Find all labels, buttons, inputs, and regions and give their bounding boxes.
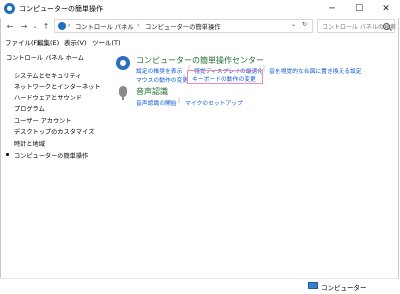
link-setup-microphone[interactable]: マイクのセットアップ [185,98,243,107]
link-replace-sounds-with-visual[interactable]: 音を視覚的な合図に置き換える設定 [269,66,362,75]
up-arrow-icon[interactable]: ↑ [40,21,52,33]
sidebar-home-link[interactable]: コントロール パネル ホーム [6,53,84,62]
ease-of-access-center-icon [116,56,130,70]
search-icon [383,23,390,30]
back-arrow-icon[interactable]: ← [4,21,16,33]
section-title-ease-of-access-center[interactable]: コンピューターの簡単操作センター [136,55,264,66]
sidebar-item-user-accounts[interactable]: ユーザー アカウント [14,116,72,125]
refresh-icon[interactable]: ↻ [302,21,307,28]
sidebar-item-network[interactable]: ネットワークとインターネット [14,82,101,91]
breadcrumb-control-panel[interactable]: コントロール パネル [75,22,134,31]
window-title: コンピューターの簡単操作 [19,5,103,13]
status-location-label: コンピューター [321,284,367,292]
address-dropdown-chevron-icon[interactable]: ⌄ [291,21,296,28]
window-frame [0,0,399,292]
computer-icon [308,282,318,289]
breadcrumb-ease-of-access[interactable]: コンピューターの簡単操作 [145,22,221,31]
link-separator: | [178,97,181,104]
menu-tools[interactable]: ツール(T) [92,37,121,47]
sidebar-item-ease-of-access-current: コンピューターの簡単操作 [14,153,89,160]
current-item-bullet-icon [6,153,9,156]
link-separator: | [183,74,186,81]
sidebar-item-system-security[interactable]: システムとセキュリティ [14,71,82,80]
menu-view[interactable]: 表示(V) [64,37,87,47]
maximize-button[interactable]: ☐ [346,0,372,18]
breadcrumb-separator: › [68,22,71,29]
microphone-stand [122,96,124,100]
link-separator: | [263,65,266,72]
highlight-box-keyboard-link [187,70,263,84]
breadcrumb-separator: › [137,22,140,29]
menu-file[interactable]: ファイル(F) [5,37,40,47]
sidebar-item-desktop-customization[interactable]: デスクトップのカスタマイズ [14,127,94,136]
link-change-mouse[interactable]: マウスの動作の変更 [136,75,188,84]
control-panel-icon [58,22,66,30]
link-recommended-settings[interactable]: 設定の推奨を表示 [136,66,182,75]
sidebar-item-hardware-sound[interactable]: ハードウェアとサウンド [14,93,82,102]
status-bar: コンピューター [0,278,400,294]
menu-edit[interactable]: 編集(E) [37,37,59,47]
search-box[interactable]: コントロール パネルの検索 [317,19,396,33]
link-start-speech-recognition[interactable]: 音声認識の開始 [136,98,177,107]
ease-of-access-icon [4,3,15,14]
minimize-button[interactable]: ─ [319,0,345,18]
address-bar[interactable]: › コントロール パネル › コンピューターの簡単操作 ⌄ ↻ [54,19,313,33]
icon-inner [120,60,126,66]
title-bar: コンピューターの簡単操作 ─ ☐ ✕ [0,0,400,18]
section-title-speech-recognition[interactable]: 音声認識 [136,86,168,97]
sidebar-item-clock-region[interactable]: 時計と地域 [14,139,45,148]
sidebar-item-programs[interactable]: プログラム [14,104,45,113]
close-button[interactable]: ✕ [373,0,399,18]
